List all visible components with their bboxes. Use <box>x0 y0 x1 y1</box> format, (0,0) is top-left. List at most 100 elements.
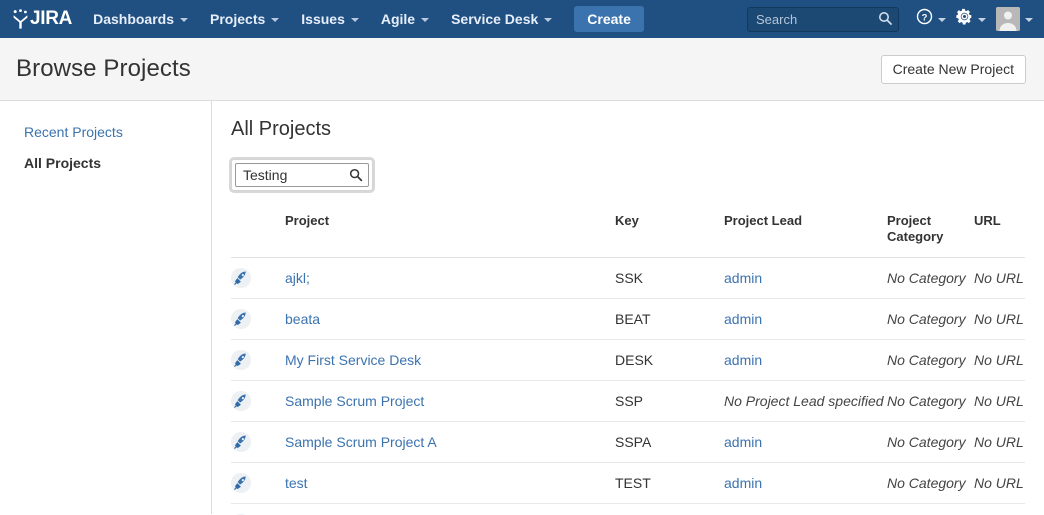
project-lead-link[interactable]: admin <box>724 352 762 368</box>
row-project-cell: beata <box>285 298 615 340</box>
project-filter[interactable] <box>231 159 373 191</box>
project-category: No Category <box>887 475 966 491</box>
nav-item-issues[interactable]: Issues <box>290 0 370 38</box>
nav-item-dashboards[interactable]: Dashboards <box>82 0 199 38</box>
row-category-cell: No Category <box>887 421 974 463</box>
row-project-cell: Sample Scrum Project A <box>285 421 615 463</box>
column-header-project-lead: Project Lead <box>724 213 887 258</box>
top-navigation-right-group: ? <box>747 0 1038 38</box>
project-key: BEAT <box>615 311 651 327</box>
project-lead-link[interactable]: admin <box>724 475 762 491</box>
sidebar-item-label: Recent Projects <box>24 124 123 140</box>
chevron-down-icon <box>421 18 430 22</box>
row-url-cell: No URL <box>974 257 1025 299</box>
column-header-project-category: Project Category <box>887 213 974 258</box>
search-input[interactable] <box>747 6 899 32</box>
table-header-row: Project Key Project Lead Project Categor… <box>231 213 1025 258</box>
project-link[interactable]: beata <box>285 311 320 327</box>
nav-item-projects[interactable]: Projects <box>199 0 290 38</box>
nav-item-label: Projects <box>210 11 266 27</box>
gear-icon <box>956 8 973 30</box>
project-link[interactable]: My First Service Desk <box>285 352 421 368</box>
project-rocket-avatar-icon <box>231 268 251 288</box>
row-key-cell: SSP <box>615 380 724 422</box>
nav-item-agile[interactable]: Agile <box>370 0 440 38</box>
row-url-cell: No URL <box>974 421 1025 463</box>
row-url-cell: No URL <box>974 380 1025 422</box>
row-avatar-cell <box>231 503 285 515</box>
global-search[interactable] <box>747 6 899 32</box>
row-url-cell: No URL <box>974 298 1025 340</box>
column-header-key: Key <box>615 213 724 258</box>
chevron-down-icon <box>978 18 986 22</box>
project-url: No URL <box>974 475 1024 491</box>
column-header-url: URL <box>974 213 1025 258</box>
project-key: DESK <box>615 352 654 368</box>
row-key-cell: TES <box>615 503 724 515</box>
project-category: No Category <box>887 393 966 409</box>
row-url-cell: No URL <box>974 339 1025 381</box>
column-header-avatar <box>231 213 285 258</box>
user-avatar-icon <box>996 7 1020 31</box>
project-filter-input[interactable] <box>235 163 369 187</box>
project-lead-link[interactable]: admin <box>724 311 762 327</box>
help-menu-button[interactable]: ? <box>911 0 951 38</box>
project-lead-link[interactable]: admin <box>724 434 762 450</box>
create-new-project-button[interactable]: Create New Project <box>880 54 1026 84</box>
project-category: No Category <box>887 311 966 327</box>
project-rocket-avatar-icon <box>231 432 251 452</box>
project-url: No URL <box>974 270 1024 286</box>
sidebar-item-recent-projects[interactable]: Recent Projects <box>0 120 211 145</box>
row-project-cell: ajkl; <box>285 257 615 299</box>
row-key-cell: DESK <box>615 339 724 381</box>
row-category-cell: No Category <box>887 503 974 515</box>
project-url: No URL <box>974 393 1024 409</box>
row-avatar-cell <box>231 298 285 340</box>
svg-text:?: ? <box>922 12 928 23</box>
nav-item-service-desk[interactable]: Service Desk <box>440 0 563 38</box>
table-row: ajkl; SSK admin No Category No URL <box>231 257 1025 299</box>
page-body: Recent Projects All Projects All Project… <box>0 101 1044 515</box>
sidebar-item-label: All Projects <box>24 155 102 171</box>
table-row: Sample Scrum Project SSP No Project Lead… <box>231 380 1025 422</box>
chevron-down-icon <box>544 18 553 22</box>
project-rocket-avatar-icon <box>231 473 251 493</box>
row-category-cell: No Category <box>887 462 974 504</box>
sidebar-item-all-projects[interactable]: All Projects <box>0 151 211 176</box>
table-row: My First Service Desk DESK admin No Cate… <box>231 339 1025 381</box>
row-avatar-cell <box>231 257 285 299</box>
jira-mark-icon <box>12 9 29 29</box>
project-link[interactable]: test <box>285 475 308 491</box>
projects-table-body: ajkl; SSK admin No Category No URL beata… <box>231 257 1025 515</box>
create-button[interactable]: Create <box>574 6 644 32</box>
projects-table-head: Project Key Project Lead Project Categor… <box>231 213 1025 258</box>
project-url: No URL <box>974 352 1024 368</box>
project-key: SSP <box>615 393 644 409</box>
settings-menu-button[interactable] <box>951 0 991 38</box>
row-lead-cell: admin <box>724 462 887 504</box>
row-project-cell: Testing <box>285 503 615 515</box>
nav-item-label: Service Desk <box>451 11 539 27</box>
row-lead-cell: admin <box>724 339 887 381</box>
row-category-cell: No Category <box>887 257 974 299</box>
table-row: beata BEAT admin No Category No URL <box>231 298 1025 340</box>
main-content: All Projects Project Key Project Lead Pr… <box>212 101 1044 515</box>
project-link[interactable]: Sample Scrum Project <box>285 393 424 409</box>
help-circle-icon: ? <box>916 8 933 30</box>
row-avatar-cell <box>231 339 285 381</box>
table-row: test TEST admin No Category No URL <box>231 462 1025 504</box>
chevron-down-icon <box>180 18 189 22</box>
project-link[interactable]: Sample Scrum Project A <box>285 434 437 450</box>
project-link[interactable]: ajkl; <box>285 270 310 286</box>
profile-menu-button[interactable] <box>991 0 1038 38</box>
project-lead-link[interactable]: admin <box>724 270 762 286</box>
jira-logo[interactable]: JIRA <box>0 0 82 38</box>
row-key-cell: BEAT <box>615 298 724 340</box>
project-key: TEST <box>615 475 651 491</box>
chevron-down-icon <box>350 18 359 22</box>
project-rocket-avatar-icon <box>231 309 251 329</box>
jira-wordmark: JIRA <box>30 8 73 29</box>
row-project-cell: My First Service Desk <box>285 339 615 381</box>
nav-item-label: Dashboards <box>93 11 175 27</box>
chevron-down-icon <box>271 18 280 22</box>
